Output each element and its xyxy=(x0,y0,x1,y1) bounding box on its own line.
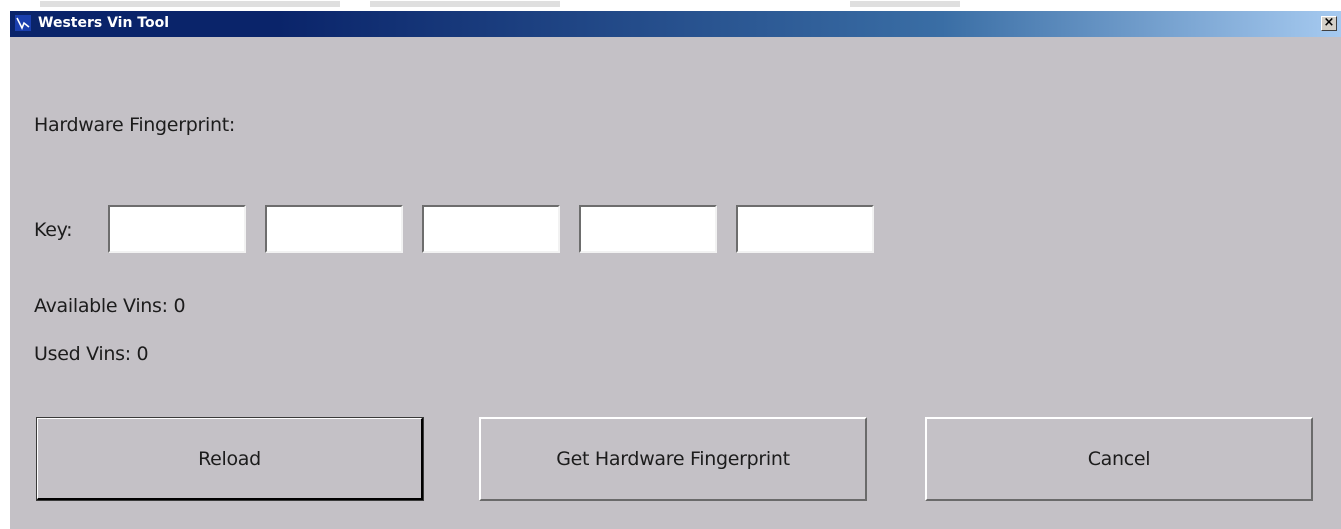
used-vins-text: Used Vins: xyxy=(34,343,131,365)
used-vins-label: Used Vins: 0 xyxy=(34,343,149,365)
key-field-2[interactable] xyxy=(265,205,403,253)
app-icon xyxy=(15,15,31,31)
reload-button-label: Reload xyxy=(198,447,261,470)
key-field-3[interactable] xyxy=(422,205,560,253)
used-vins-count: 0 xyxy=(136,343,149,365)
cancel-button[interactable]: Cancel xyxy=(925,417,1313,501)
key-field-1[interactable] xyxy=(108,205,246,253)
hardware-fingerprint-label: Hardware Fingerprint: xyxy=(34,114,235,136)
cancel-button-label: Cancel xyxy=(1087,448,1151,470)
key-label: Key: xyxy=(34,219,73,241)
background-window-strip xyxy=(0,0,1341,9)
available-vins-count: 0 xyxy=(173,295,186,317)
available-vins-label: Available Vins: 0 xyxy=(34,295,186,317)
key-field-5[interactable] xyxy=(736,205,874,253)
reload-button[interactable]: Reload xyxy=(36,417,424,501)
vin-tool-dialog: Westers Vin Tool × Hardware Fingerprint:… xyxy=(8,9,1341,529)
title-bar[interactable]: Westers Vin Tool × xyxy=(10,11,1341,37)
window-title: Westers Vin Tool xyxy=(38,15,170,31)
get-hardware-fingerprint-button[interactable]: Get Hardware Fingerprint xyxy=(479,417,867,501)
available-vins-text: Available Vins: xyxy=(34,295,168,317)
key-field-4[interactable] xyxy=(579,205,717,253)
get-hardware-fingerprint-button-label: Get Hardware Fingerprint xyxy=(556,448,790,470)
close-button[interactable]: × xyxy=(1321,16,1337,31)
close-icon: × xyxy=(1323,15,1335,30)
